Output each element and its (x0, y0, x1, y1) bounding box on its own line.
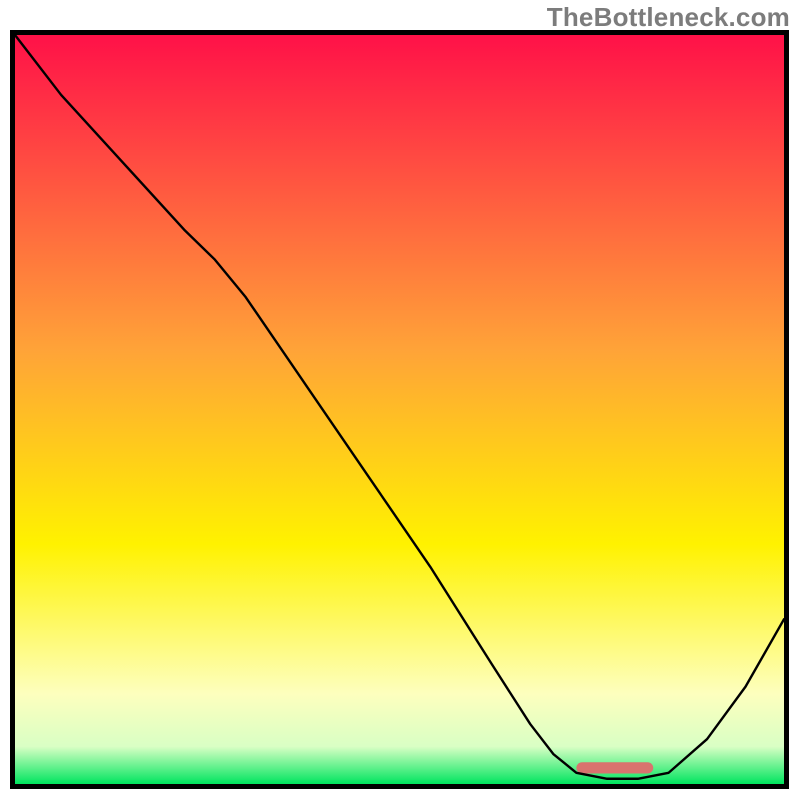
chart-svg (15, 35, 784, 784)
watermark-text: TheBottleneck.com (547, 2, 790, 33)
chart-frame (10, 30, 789, 789)
chart-root: TheBottleneck.com (0, 0, 800, 800)
gradient-background (15, 35, 784, 784)
optimal-range-marker (576, 762, 653, 773)
